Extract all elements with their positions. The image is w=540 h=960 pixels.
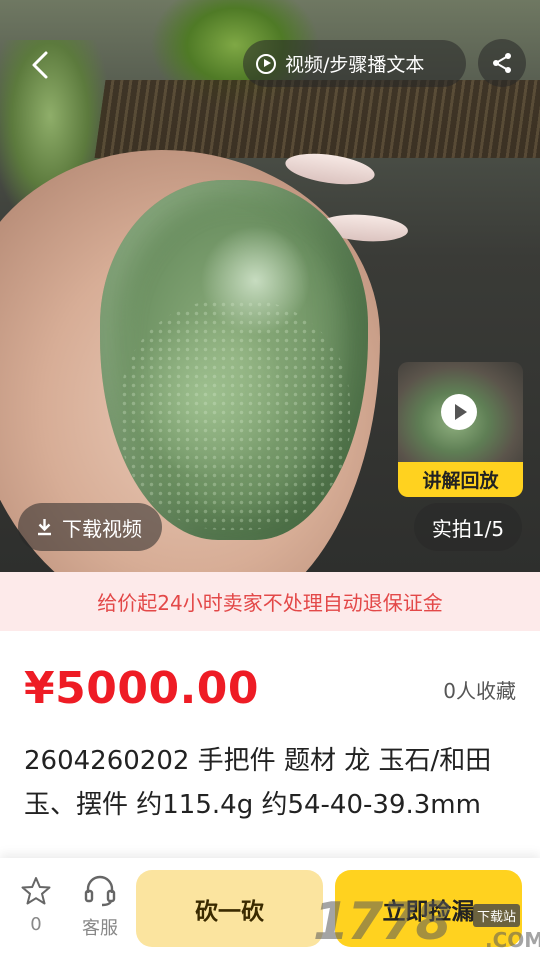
video-tab-label: 视频/步骤播文本 (285, 54, 425, 76)
download-label: 下载视频 (62, 516, 142, 541)
bottom-action-bar: 0 客服 砍一砍 立即捡漏 (0, 858, 540, 960)
product-media[interactable]: 视频/步骤播文本 讲解回放 下载视频 实拍1/5 (0, 0, 540, 572)
favorite-count: 0 (30, 914, 42, 935)
play-icon (441, 394, 477, 430)
video-tab-button[interactable]: 视频/步骤播文本 (243, 40, 466, 87)
share-icon (493, 53, 511, 73)
download-icon (38, 519, 51, 536)
product-title: 2604260202 手把件 题材 龙 玉石/和田玉、摆件 约115.4g 约5… (24, 746, 492, 820)
customer-service-label: 客服 (82, 918, 118, 939)
favorite-count-text: 0人收藏 (443, 679, 516, 703)
background-mat (94, 80, 540, 158)
bargain-label: 砍一砍 (195, 898, 264, 925)
deposit-notice-text: 给价起24小时卖家不处理自动退保证金 (97, 591, 443, 615)
photo-counter-label: 实拍1/5 (431, 516, 505, 541)
product-info: ¥5000.00 0人收藏 2604260202 手把件 题材 龙 玉石/和田玉… (0, 631, 540, 861)
back-button[interactable] (18, 40, 62, 90)
share-button[interactable] (478, 39, 526, 87)
headset-icon (84, 875, 116, 907)
customer-service-button[interactable]: 客服 (72, 870, 128, 950)
star-icon (21, 877, 51, 905)
download-video-button[interactable]: 下载视频 (18, 503, 162, 551)
product-price: ¥5000.00 (24, 663, 260, 714)
jade-texture (120, 300, 350, 530)
replay-card[interactable]: 讲解回放 (398, 362, 523, 497)
bargain-button[interactable]: 砍一砍 (136, 870, 323, 947)
photo-counter: 实拍1/5 (414, 503, 522, 551)
replay-label: 讲解回放 (398, 462, 523, 497)
play-circle-icon (256, 53, 276, 74)
favorite-button[interactable]: 0 (10, 870, 62, 950)
back-arrow-icon (32, 51, 48, 79)
buy-now-button[interactable]: 立即捡漏 (335, 870, 522, 947)
deposit-notice: 给价起24小时卖家不处理自动退保证金 (0, 572, 540, 631)
buy-now-label: 立即捡漏 (382, 898, 475, 925)
